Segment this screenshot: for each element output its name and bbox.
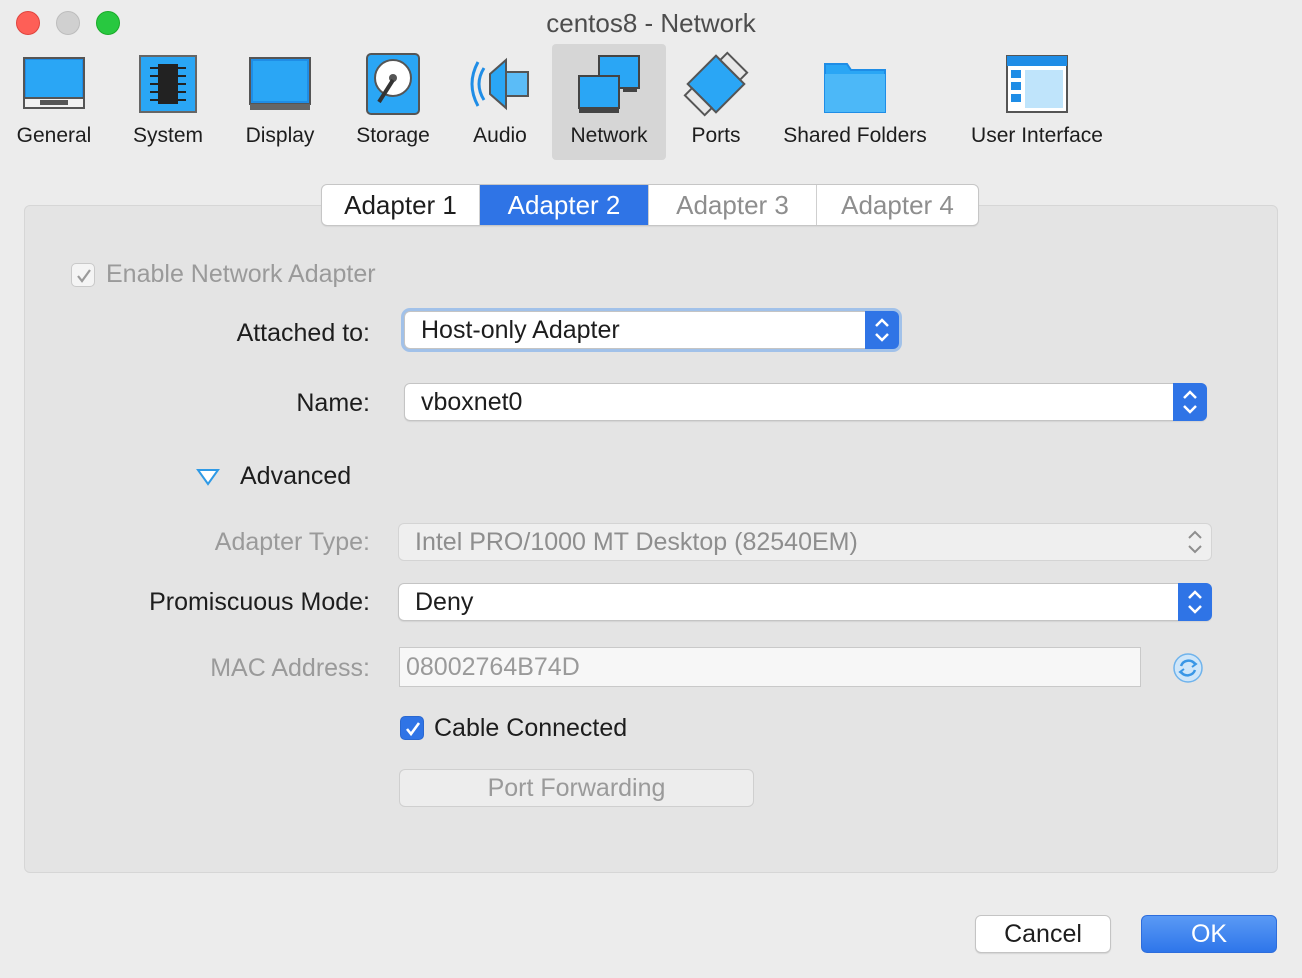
refresh-mac-icon[interactable] — [1172, 652, 1204, 684]
adapter-type-label: Adapter Type: — [214, 528, 370, 556]
speaker-icon — [470, 57, 529, 111]
hard-disk-icon — [366, 53, 420, 115]
name-value: vboxnet0 — [421, 388, 523, 416]
toolbar-item-ports[interactable]: Ports — [676, 44, 756, 160]
toolbar-item-system[interactable]: System — [120, 44, 216, 160]
toolbar-item-storage[interactable]: Storage — [344, 44, 442, 160]
enable-adapter-checkbox[interactable] — [71, 263, 95, 287]
chevron-updown-icon — [1173, 383, 1207, 421]
adapter-tabs: Adapter 1 Adapter 2 Adapter 3 Adapter 4 — [321, 184, 979, 226]
attached-to-label: Attached to: — [236, 319, 370, 347]
disclosure-triangle-icon[interactable] — [196, 467, 220, 487]
promiscuous-mode-value: Deny — [415, 588, 474, 616]
tab-adapter-4[interactable]: Adapter 4 — [817, 185, 978, 225]
adapter-type-value: Intel PRO/1000 MT Desktop (82540EM) — [415, 528, 858, 556]
checkmark-icon — [77, 269, 91, 283]
monitor-icon — [249, 57, 311, 110]
promiscuous-mode-select[interactable]: Deny — [398, 583, 1212, 621]
cable-connected-label: Cable Connected — [434, 714, 628, 742]
attached-to-select[interactable]: Host-only Adapter — [404, 311, 899, 349]
attached-to-value: Host-only Adapter — [421, 316, 620, 344]
adapter-type-select[interactable]: Intel PRO/1000 MT Desktop (82540EM) — [398, 523, 1212, 561]
network-icon — [578, 55, 640, 113]
title-bar: centos8 - Network — [0, 0, 1302, 44]
mac-address-label: MAC Address: — [210, 654, 370, 682]
chevron-updown-icon — [1178, 583, 1212, 621]
chevron-updown-icon — [865, 311, 899, 349]
advanced-toggle-label[interactable]: Advanced — [240, 462, 351, 491]
tab-adapter-3[interactable]: Adapter 3 — [649, 185, 817, 225]
toolbar-item-audio[interactable]: Audio — [458, 44, 542, 160]
cancel-button[interactable]: Cancel — [975, 915, 1111, 953]
toolbar-item-user-interface[interactable]: User Interface — [956, 44, 1118, 160]
general-icon — [23, 57, 85, 109]
ports-icon — [683, 51, 749, 117]
promiscuous-mode-label: Promiscuous Mode: — [149, 588, 370, 616]
toolbar-item-network[interactable]: Network — [552, 44, 666, 160]
name-label: Name: — [296, 389, 370, 417]
mac-address-field[interactable]: 08002764B74D — [399, 647, 1141, 687]
chevron-updown-icon — [1178, 523, 1212, 561]
cable-connected-checkbox[interactable] — [400, 716, 424, 740]
chip-icon — [139, 55, 197, 113]
toolbar-item-display[interactable]: Display — [236, 44, 324, 160]
checkmark-icon — [405, 722, 421, 737]
enable-adapter-label: Enable Network Adapter — [106, 260, 376, 288]
user-interface-icon — [1006, 55, 1068, 113]
window-title: centos8 - Network — [546, 8, 756, 38]
toolbar-item-shared-folders[interactable]: Shared Folders — [772, 44, 938, 160]
port-forwarding-button[interactable]: Port Forwarding — [399, 769, 754, 807]
tab-adapter-2[interactable]: Adapter 2 — [480, 185, 649, 225]
tab-adapter-1[interactable]: Adapter 1 — [322, 185, 480, 225]
toolbar-item-general[interactable]: General — [8, 44, 100, 160]
folder-icon — [824, 63, 886, 113]
ok-button[interactable]: OK — [1141, 915, 1277, 953]
settings-toolbar: General System Display Storage Audio Net… — [0, 44, 1302, 160]
name-select[interactable]: vboxnet0 — [404, 383, 1207, 421]
